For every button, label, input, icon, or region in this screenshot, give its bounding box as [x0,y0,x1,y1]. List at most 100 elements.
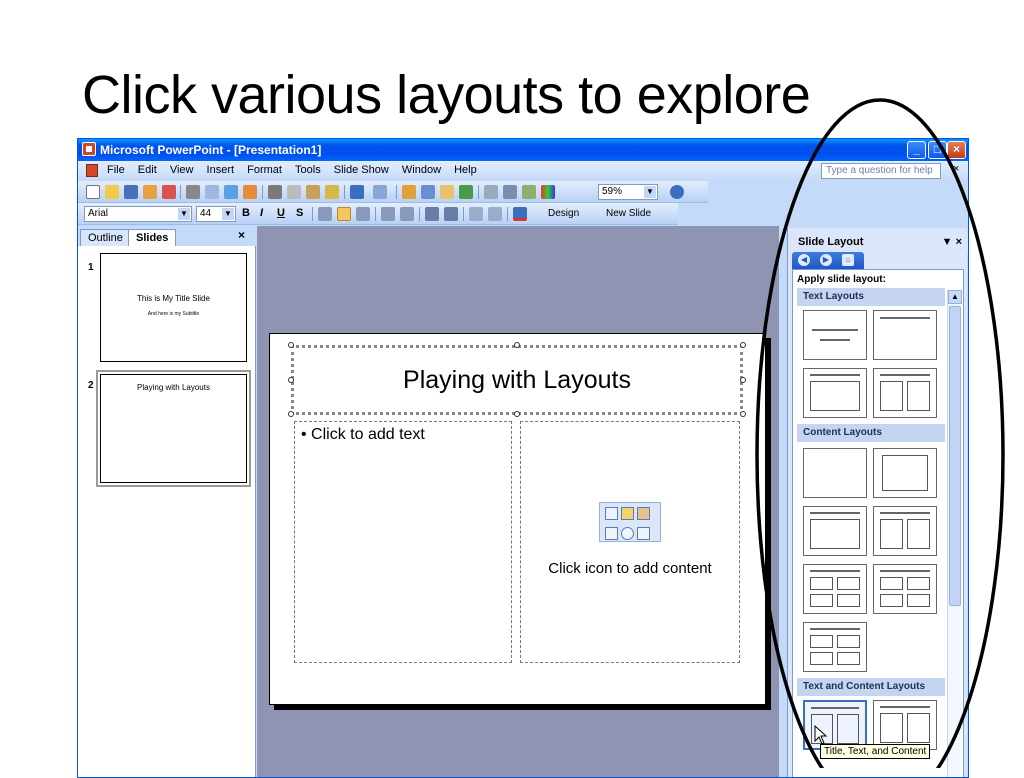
layout-title-content-and-text[interactable] [873,700,937,750]
title-bar[interactable]: Microsoft PowerPoint - [Presentation1] _… [78,139,968,161]
spelling-icon[interactable] [224,185,238,199]
doc-close-icon[interactable]: × [953,163,959,175]
text-placeholder[interactable]: • Click to add text [294,421,512,663]
font-color-icon[interactable] [513,207,527,221]
insert-chart-icon[interactable] [402,185,416,199]
slide-thumbnail-1[interactable]: This is My Title Slide And here is my Su… [100,253,247,362]
undo-icon[interactable] [350,185,364,199]
layout-title-and-text[interactable] [803,368,867,418]
forward-icon[interactable]: ▶ [820,254,832,266]
layout-blank[interactable] [803,448,867,498]
menu-edit[interactable]: Edit [133,161,162,176]
print-preview-icon[interactable] [205,185,219,199]
chevron-down-icon[interactable]: ▼ [644,186,656,198]
layout-title-two-content[interactable] [873,506,937,556]
color-grayscale-icon[interactable] [541,185,555,199]
font-select[interactable]: Arial ▼ [84,206,192,222]
permission-icon[interactable] [143,185,157,199]
resize-handle[interactable] [288,377,294,383]
insert-table-icon[interactable] [421,185,435,199]
insert-picture-icon[interactable] [605,527,618,540]
close-button[interactable]: × [947,141,966,159]
insert-clipart-icon[interactable] [637,507,650,520]
layout-title-content-over-two[interactable] [803,564,867,614]
resize-handle[interactable] [740,411,746,417]
menu-file[interactable]: File [102,161,130,176]
open-icon[interactable] [105,185,119,199]
chevron-down-icon[interactable]: ▼ [178,208,190,220]
layout-title-and-content[interactable] [803,506,867,556]
underline-button[interactable]: U [277,207,285,219]
scroll-up-icon[interactable]: ▲ [948,290,962,304]
redo-icon[interactable] [373,185,387,199]
cut-icon[interactable] [268,185,282,199]
layout-title-text-and-content[interactable] [803,700,867,750]
chevron-down-icon[interactable]: ▼ [222,208,234,220]
insert-hyperlink-icon[interactable] [459,185,473,199]
tab-outline[interactable]: Outline [80,229,131,246]
zoom-select[interactable]: 59% ▼ [598,184,658,200]
design-button[interactable]: Design [548,208,579,219]
tables-borders-icon[interactable] [440,185,454,199]
menu-insert[interactable]: Insert [202,161,240,176]
layout-content[interactable] [873,448,937,498]
align-left-icon[interactable] [318,207,332,221]
resize-handle[interactable] [740,377,746,383]
title-placeholder[interactable]: Playing with Layouts [291,345,743,415]
home-icon[interactable]: ⌂ [842,254,854,266]
task-pane-dropdown-icon[interactable]: ▼ [942,236,953,248]
maximize-button[interactable]: □ [928,141,947,159]
document-icon[interactable] [86,164,98,177]
menu-slide-show[interactable]: Slide Show [329,161,394,176]
help-search-input[interactable]: Type a question for help [821,163,941,179]
numbering-icon[interactable] [381,207,395,221]
increase-indent-icon[interactable] [488,207,502,221]
bold-button[interactable]: B [242,207,250,219]
new-slide-button[interactable]: New Slide [606,208,651,219]
tab-slides[interactable]: Slides [128,229,177,246]
menu-help[interactable]: Help [449,161,482,176]
format-painter-icon[interactable] [325,185,339,199]
new-icon[interactable] [86,185,100,199]
email-icon[interactable] [162,185,176,199]
save-icon[interactable] [124,185,138,199]
shadow-button[interactable]: S [296,207,303,219]
insert-table-icon[interactable] [605,507,618,520]
content-placeholder[interactable]: Click icon to add content [520,421,740,663]
layout-title-four-content[interactable] [803,622,867,672]
show-formatting-icon[interactable] [503,185,517,199]
increase-font-icon[interactable] [425,207,439,221]
menu-tools[interactable]: Tools [290,161,326,176]
insert-diagram-icon[interactable] [621,527,634,540]
layout-title-two-over-content[interactable] [873,564,937,614]
align-right-icon[interactable] [356,207,370,221]
minimize-button[interactable]: _ [907,141,926,159]
layout-title-only[interactable] [873,310,937,360]
resize-handle[interactable] [288,411,294,417]
task-pane-close-icon[interactable]: × [956,236,962,248]
bullets-icon[interactable] [400,207,414,221]
help-icon[interactable] [670,185,684,199]
paste-icon[interactable] [306,185,320,199]
resize-handle[interactable] [740,342,746,348]
resize-handle[interactable] [514,411,520,417]
decrease-font-icon[interactable] [444,207,458,221]
resize-handle[interactable] [288,342,294,348]
copy-icon[interactable] [287,185,301,199]
scroll-thumb[interactable] [949,306,961,606]
resize-handle[interactable] [514,342,520,348]
slide-thumbnail-2[interactable]: Playing with Layouts [96,370,251,487]
align-center-icon[interactable] [337,207,351,221]
task-pane-scrollbar[interactable]: ▲ [947,290,962,777]
print-icon[interactable] [186,185,200,199]
font-size-select[interactable]: 44 ▼ [196,206,236,222]
layout-title-two-column-text[interactable] [873,368,937,418]
decrease-indent-icon[interactable] [469,207,483,221]
insert-chart-icon[interactable] [621,507,634,520]
menu-view[interactable]: View [165,161,199,176]
close-panel-icon[interactable]: × [238,228,245,242]
show-grid-icon[interactable] [522,185,536,199]
research-icon[interactable] [243,185,257,199]
insert-media-icon[interactable] [637,527,650,540]
menu-format[interactable]: Format [242,161,287,176]
